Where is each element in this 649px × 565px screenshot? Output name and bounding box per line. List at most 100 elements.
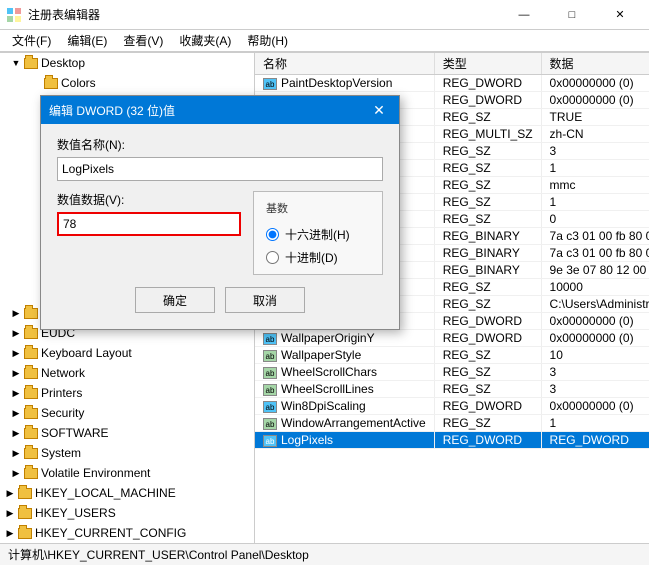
table-row[interactable]: abLogPixelsREG_DWORDREG_DWORD [255,432,649,449]
cell-data: 0x00000000 (0) [541,398,649,415]
expand-arrow-hklm: ▶ [2,488,18,499]
table-row[interactable]: abPaintDesktopVersionREG_DWORD0x00000000… [255,75,649,92]
tree-item-hkcc[interactable]: ▶ HKEY_CURRENT_CONFIG [0,523,254,543]
name-label: 数值名称(N): [57,136,383,153]
menu-favorites[interactable]: 收藏夹(A) [171,30,239,51]
tree-item-hku[interactable]: ▶ HKEY_USERS [0,503,254,523]
cell-type: REG_SZ [434,109,541,126]
cell-type: REG_SZ [434,194,541,211]
tree-label-colors: Colors [61,76,96,90]
tree-item-printers[interactable]: ▶ Printers [0,383,254,403]
table-row[interactable]: abWindowArrangementActiveREG_SZ1 [255,415,649,432]
hex-radio[interactable] [266,228,279,241]
tree-item-software[interactable]: ▶ SOFTWARE [0,423,254,443]
col-name: 名称 [255,53,434,75]
cell-data: mmc [541,177,649,194]
cell-data: 1 [541,160,649,177]
cell-data: 9e 3e 07 80 12 00 0 [541,262,649,279]
table-row[interactable]: abWin8DpiScalingREG_DWORD0x00000000 (0) [255,398,649,415]
cell-type: REG_MULTI_SZ [434,126,541,143]
cell-data: 10000 [541,279,649,296]
folder-icon-net [24,368,38,379]
reg-icon: ab [263,78,277,90]
value-left: 数值数据(V): [57,191,241,275]
cell-data: 0x00000000 (0) [541,75,649,92]
hex-label: 十六进制(H) [285,226,350,243]
menu-view[interactable]: 查看(V) [115,30,171,51]
hex-option[interactable]: 十六进制(H) [266,226,370,243]
maximize-button[interactable]: □ [549,0,595,30]
tree-item-desktop[interactable]: ▼ Desktop [0,53,254,73]
expand-arrow-net: ▶ [8,368,24,379]
reg-name: Win8DpiScaling [281,399,366,413]
name-input[interactable] [57,157,383,181]
tree-item-keyboard-layout[interactable]: ▶ Keyboard Layout [0,343,254,363]
cell-data: 0x00000000 (0) [541,330,649,347]
tree-label-kb: Keyboard Layout [41,346,132,360]
table-row[interactable]: ab WheelScrollChars REG_SZ3 [255,364,649,381]
cell-data: 3 [541,381,649,398]
expand-arrow-kb: ▶ [8,348,24,359]
reg-icon: ab [263,418,277,430]
cell-type: REG_SZ [434,143,541,160]
title-bar: 注册表编辑器 — □ ✕ [0,0,649,30]
cell-type: REG_SZ [434,211,541,228]
tree-item-hklm[interactable]: ▶ HKEY_LOCAL_MACHINE [0,483,254,503]
expand-arrow-sw: ▶ [8,428,24,439]
table-row[interactable]: abWheelScrollLinesREG_SZ3 [255,381,649,398]
table-row[interactable]: abWallpaperStyleREG_SZ10 [255,347,649,364]
reg-name: WallpaperOriginY [281,331,375,345]
expand-arrow-printers: ▶ [8,388,24,399]
folder-icon-sys [24,448,38,459]
tree-label-hku: HKEY_USERS [35,506,116,520]
ok-button[interactable]: 确定 [135,287,215,313]
cancel-button[interactable]: 取消 [225,287,305,313]
col-type: 类型 [434,53,541,75]
menu-edit[interactable]: 编辑(E) [59,30,115,51]
status-bar: 计算机\HKEY_CURRENT_USER\Control Panel\Desk… [0,543,649,565]
reg-icon: ab [263,367,277,379]
dialog-close-button[interactable]: ✕ [367,98,391,122]
tree-label-hkcc: HKEY_CURRENT_CONFIG [35,526,186,540]
cell-data: zh-CN [541,126,649,143]
table-row[interactable]: abWallpaperOriginYREG_DWORD0x00000000 (0… [255,330,649,347]
cell-type: REG_DWORD [434,92,541,109]
cell-data: 3 [541,364,649,381]
tree-label-vol: Volatile Environment [41,466,150,480]
window-controls: — □ ✕ [501,0,643,30]
cell-data: 0x00000000 (0) [541,313,649,330]
folder-icon-hku [18,508,32,519]
tree-item-security[interactable]: ▶ Security [0,403,254,423]
tree-item-volatile[interactable]: ▶ Volatile Environment [0,463,254,483]
expand-arrow-sys: ▶ [8,448,24,459]
cell-type: REG_DWORD [434,330,541,347]
cell-data: 1 [541,415,649,432]
expand-arrow: ▼ [8,58,24,68]
value-label: 数值数据(V): [57,191,241,208]
folder-icon-vol [24,468,38,479]
tree-label-hklm: HKEY_LOCAL_MACHINE [35,486,176,500]
cell-data: 10 [541,347,649,364]
tree-item-network[interactable]: ▶ Network [0,363,254,383]
cell-type: REG_SZ [434,364,541,381]
edit-dword-dialog[interactable]: 编辑 DWORD (32 位)值 ✕ 数值名称(N): 数值数据(V): 基数 … [40,95,400,330]
cell-type: REG_BINARY [434,245,541,262]
menu-file[interactable]: 文件(F) [4,30,59,51]
minimize-button[interactable]: — [501,0,547,30]
folder-icon-eudc [24,328,38,339]
expand-arrow-vol: ▶ [8,468,24,479]
dec-option[interactable]: 十进制(D) [266,249,370,266]
cell-type: REG_SZ [434,296,541,313]
cell-type: REG_BINARY [434,228,541,245]
reg-icon: ab [263,384,277,396]
folder-icon-hklm [18,488,32,499]
menu-help[interactable]: 帮助(H) [239,30,296,51]
tree-item-colors[interactable]: Colors [0,73,254,93]
value-input[interactable] [57,212,241,236]
close-button[interactable]: ✕ [597,0,643,30]
dec-radio[interactable] [266,251,279,264]
tree-item-system[interactable]: ▶ System [0,443,254,463]
reg-name: WheelScrollChars [281,365,377,379]
name-row: 数值名称(N): [57,136,383,181]
cell-type: REG_BINARY [434,262,541,279]
